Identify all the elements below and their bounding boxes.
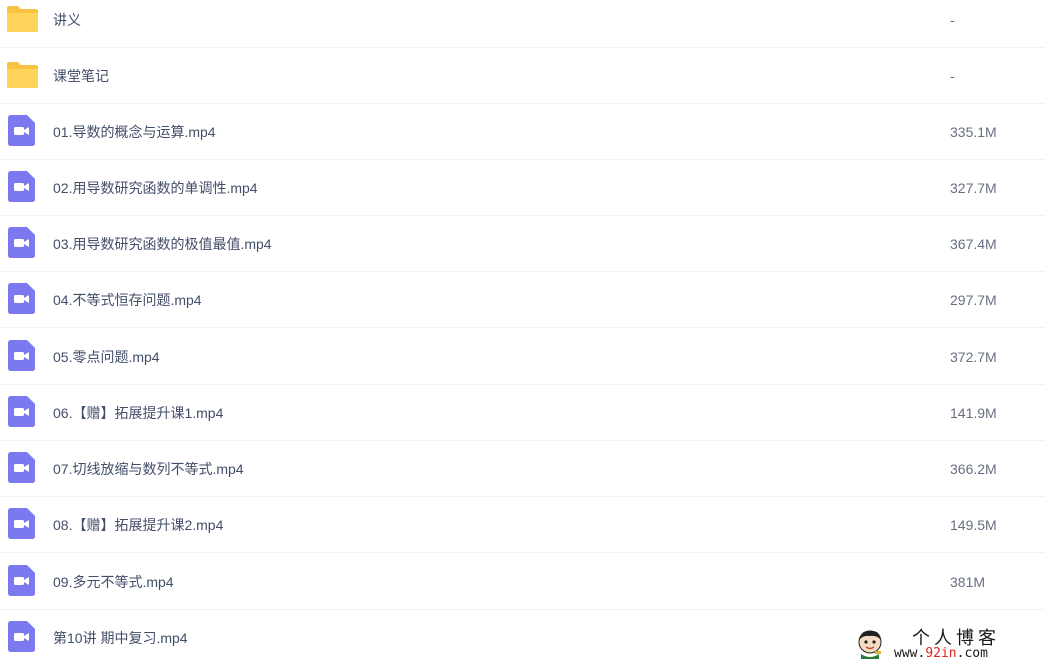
file-row-video-04[interactable]: 04.不等式恒存问题.mp4 297.7M — [0, 272, 1045, 328]
file-row-video-05[interactable]: 05.零点问题.mp4 372.7M — [0, 329, 1045, 385]
video-file-icon — [8, 227, 35, 258]
file-name[interactable]: 06.【赠】拓展提升课1.mp4 — [53, 385, 223, 441]
file-name[interactable]: 09.多元不等式.mp4 — [53, 554, 174, 610]
file-size: 366.2M — [950, 461, 997, 477]
cartoon-avatar-icon — [858, 630, 882, 659]
file-size: 381M — [950, 574, 986, 590]
video-file-icon — [8, 115, 35, 146]
video-file-icon — [8, 396, 35, 427]
file-row-video-09[interactable]: 09.多元不等式.mp4 381M — [0, 554, 1045, 610]
video-file-icon — [8, 283, 35, 314]
watermark: 个人博客 www.92in.com — [852, 622, 1045, 666]
video-file-icon — [8, 508, 35, 539]
folder-icon — [7, 62, 38, 88]
file-size: 372.7M — [950, 349, 997, 365]
video-file-icon — [8, 340, 35, 371]
file-row-folder-notes[interactable]: 课堂笔记 - — [0, 48, 1045, 104]
video-file-icon — [8, 452, 35, 483]
file-name[interactable]: 02.用导数研究函数的单调性.mp4 — [53, 160, 258, 216]
file-size: 367.4M — [950, 236, 997, 252]
file-name[interactable]: 04.不等式恒存问题.mp4 — [53, 272, 202, 328]
file-row-video-06[interactable]: 06.【赠】拓展提升课1.mp4 141.9M — [0, 385, 1045, 441]
file-name[interactable]: 08.【赠】拓展提升课2.mp4 — [53, 497, 223, 553]
file-name[interactable]: 讲义 — [53, 0, 81, 48]
file-row-video-02[interactable]: 02.用导数研究函数的单调性.mp4 327.7M — [0, 160, 1045, 216]
file-row-video-01[interactable]: 01.导数的概念与运算.mp4 335.1M — [0, 104, 1045, 160]
file-list: 讲义 - 课堂笔记 - 01.导数的概念与运算.mp4 335.1M 02.用导… — [0, 0, 1045, 666]
video-file-icon — [8, 621, 35, 652]
file-name[interactable]: 第10讲 期中复习.mp4 — [53, 610, 188, 666]
file-size: 149.5M — [950, 517, 997, 533]
file-size: 327.7M — [950, 180, 997, 196]
file-row-video-07[interactable]: 07.切线放缩与数列不等式.mp4 366.2M — [0, 441, 1045, 497]
file-row-video-08[interactable]: 08.【赠】拓展提升课2.mp4 149.5M — [0, 497, 1045, 553]
file-size: - — [950, 12, 955, 28]
folder-icon — [7, 6, 38, 32]
file-name[interactable]: 01.导数的概念与运算.mp4 — [53, 104, 216, 160]
file-name[interactable]: 03.用导数研究函数的极值最值.mp4 — [53, 216, 272, 272]
file-name[interactable]: 课堂笔记 — [53, 48, 109, 104]
video-file-icon — [8, 171, 35, 202]
file-size: - — [950, 68, 955, 84]
file-row-video-03[interactable]: 03.用导数研究函数的极值最值.mp4 367.4M — [0, 216, 1045, 272]
watermark-url: www.92in.com — [894, 646, 988, 661]
file-size: 335.1M — [950, 124, 997, 140]
file-name[interactable]: 05.零点问题.mp4 — [53, 329, 160, 385]
file-size: 297.7M — [950, 292, 997, 308]
file-size: 141.9M — [950, 405, 997, 421]
video-file-icon — [8, 565, 35, 596]
file-name[interactable]: 07.切线放缩与数列不等式.mp4 — [53, 441, 244, 497]
file-row-folder-jiangyi[interactable]: 讲义 - — [0, 0, 1045, 48]
